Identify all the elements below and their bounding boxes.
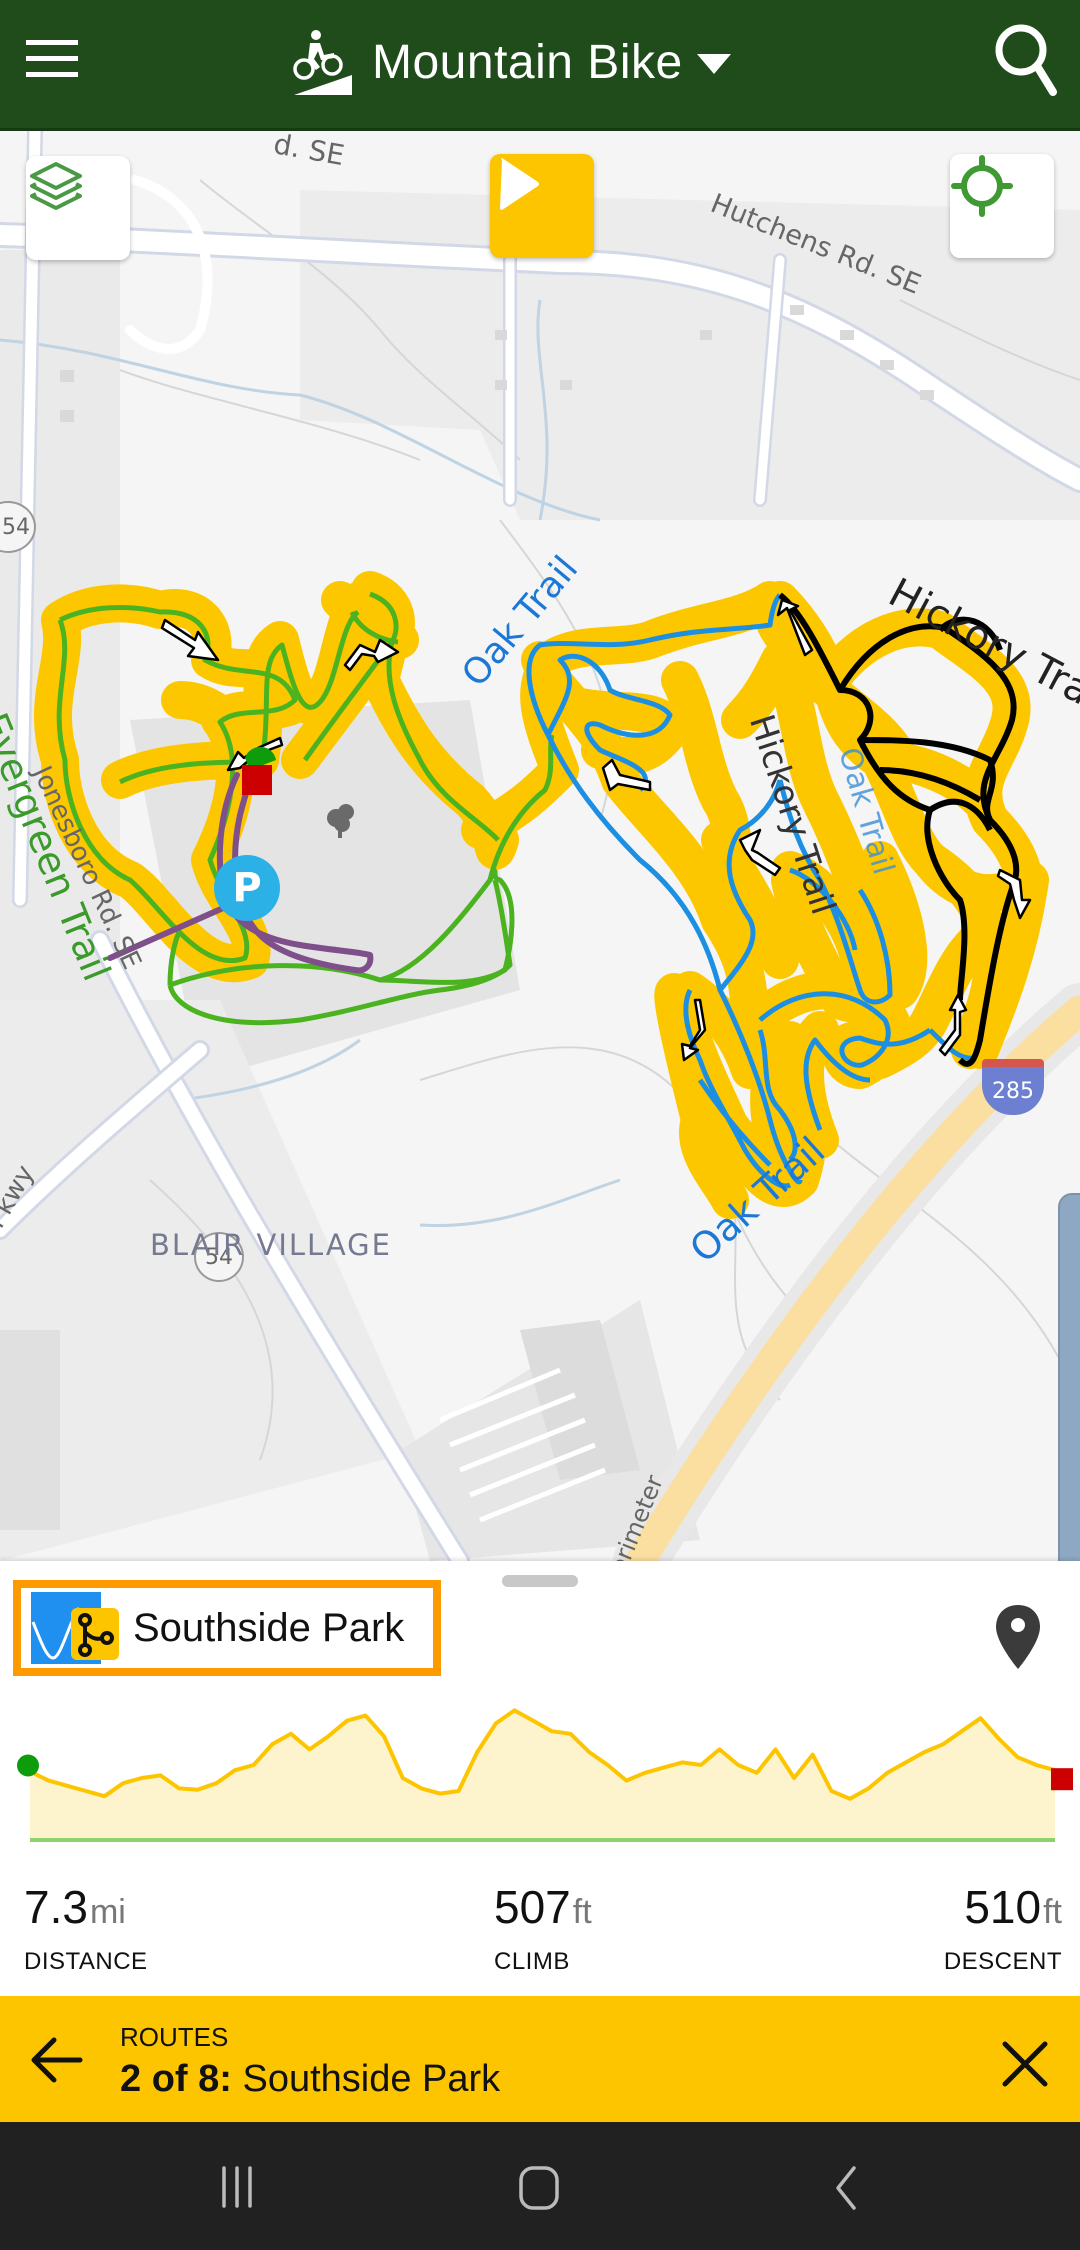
map-view[interactable]: P 54 54 285 d. SE Hutchens Rd. SE Hickor…	[0, 131, 1080, 1561]
descent-value: 510	[964, 1881, 1042, 1933]
climb-value: 507	[494, 1881, 571, 1933]
activity-selector[interactable]: Mountain Bike	[290, 22, 731, 102]
distance-label: DISTANCE	[24, 1948, 148, 1975]
menu-button[interactable]	[18, 26, 88, 96]
back-chevron-icon	[836, 2166, 856, 2210]
home-button[interactable]	[494, 2152, 584, 2222]
route-position-title: 2 of 8: Southside Park	[120, 2058, 500, 2101]
start-marker	[17, 1754, 39, 1777]
distance-stat: 7.3mi DISTANCE	[24, 1880, 148, 1976]
close-icon	[1002, 2041, 1048, 2087]
descent-label: DESCENT	[943, 1948, 1062, 1975]
map-pin-button[interactable]	[990, 1601, 1046, 1673]
climb-label: CLIMB	[494, 1948, 570, 1975]
close-routes-button[interactable]	[995, 2034, 1055, 2094]
search-button[interactable]	[985, 14, 1075, 104]
mountain-bike-icon	[293, 30, 352, 95]
area-label: BLAIR VILLAGE	[150, 1228, 392, 1262]
elevation-area	[30, 1710, 1055, 1840]
end-marker	[1051, 1768, 1073, 1791]
app-header: Mountain Bike	[0, 0, 1080, 131]
elevation-profile-chart[interactable]	[0, 1680, 1080, 1880]
system-navigation-bar	[0, 2122, 1080, 2250]
climb-stat: 507ft CLIMB	[494, 1880, 592, 1976]
recents-icon	[222, 2166, 252, 2208]
activity-title: Mountain Bike	[372, 35, 683, 89]
layers-button[interactable]	[26, 156, 130, 260]
parking-marker[interactable]: P	[214, 855, 280, 921]
parking-label: P	[232, 865, 262, 911]
locate-button[interactable]	[950, 154, 1054, 258]
back-button[interactable]	[800, 2152, 890, 2222]
search-icon	[995, 24, 1057, 96]
play-button[interactable]	[490, 154, 594, 258]
climb-unit: ft	[572, 1893, 592, 1931]
recents-button[interactable]	[192, 2152, 282, 2222]
route-title: Southside Park	[242, 2058, 501, 2100]
elevation-route-icon	[31, 1592, 123, 1664]
map-pin-icon	[996, 1605, 1040, 1669]
sheet-drag-handle[interactable]	[502, 1575, 578, 1587]
descent-stat: 510ft DESCENT	[944, 1880, 1062, 1976]
crosshair-locate-icon	[951, 155, 1013, 217]
descent-unit: ft	[1043, 1893, 1062, 1931]
home-icon	[519, 2166, 559, 2210]
route-selector[interactable]: Southside Park	[13, 1580, 441, 1676]
distance-unit: mi	[89, 1893, 126, 1931]
distance-value: 7.3	[24, 1881, 88, 1933]
route-name: Southside Park	[133, 1605, 405, 1650]
route-position: 2 of 8:	[120, 2058, 232, 2100]
routes-label: ROUTES	[120, 2022, 229, 2052]
routes-banner: ROUTES 2 of 8: Southside Park	[0, 1996, 1080, 2122]
play-icon	[500, 158, 539, 210]
arrow-left-icon	[31, 2037, 83, 2083]
map-canvas[interactable]	[0, 131, 1080, 1561]
interstate-285-shield: 285	[982, 1059, 1044, 1115]
previous-route-button[interactable]	[28, 2030, 88, 2090]
layers-icon	[30, 162, 82, 210]
caret-down-icon	[696, 54, 731, 74]
